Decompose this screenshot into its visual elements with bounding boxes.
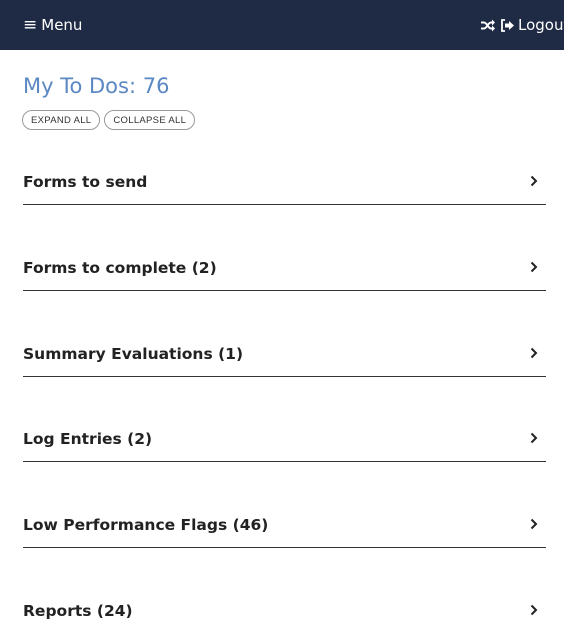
collapse-all-button[interactable]: COLLAPSE ALL — [104, 110, 196, 130]
chevron-right-icon — [530, 347, 538, 359]
chevron-right-icon — [530, 261, 538, 273]
logout-label: Logout — [518, 16, 564, 34]
section-label: Log Entries (2) — [23, 430, 153, 448]
section-label: Forms to complete (2) — [23, 259, 217, 277]
sign-out-icon — [501, 18, 514, 32]
hamburger-icon: ≡ — [23, 14, 38, 35]
section-summary-evaluations[interactable]: Summary Evaluations (1) — [23, 340, 546, 377]
top-navbar: ≡ Menu Logout — [0, 0, 564, 50]
section-low-performance-flags[interactable]: Low Performance Flags (46) — [23, 511, 546, 548]
section-label: Low Performance Flags (46) — [23, 516, 269, 534]
logout-button[interactable]: Logout — [500, 16, 564, 34]
section-label: Reports (24) — [23, 602, 133, 620]
page-title: My To Dos: 76 — [23, 74, 170, 98]
section-label: Summary Evaluations (1) — [23, 345, 244, 363]
section-forms-to-complete[interactable]: Forms to complete (2) — [23, 254, 546, 291]
chevron-right-icon — [530, 518, 538, 530]
section-log-entries[interactable]: Log Entries (2) — [23, 425, 546, 462]
menu-button[interactable]: ≡ Menu — [23, 14, 82, 36]
section-forms-to-send[interactable]: Forms to send — [23, 168, 546, 205]
menu-label: Menu — [41, 16, 83, 34]
chevron-right-icon — [530, 432, 538, 444]
navbar-right-tools: Logout — [480, 14, 564, 36]
chevron-right-icon — [530, 175, 538, 187]
section-reports[interactable]: Reports (24) — [23, 597, 546, 633]
chevron-right-icon — [530, 604, 538, 616]
shuffle-icon[interactable] — [480, 19, 495, 32]
expand-collapse-controls: EXPAND ALL COLLAPSE ALL — [22, 110, 199, 130]
expand-all-button[interactable]: EXPAND ALL — [22, 110, 101, 130]
section-label: Forms to send — [23, 173, 148, 191]
